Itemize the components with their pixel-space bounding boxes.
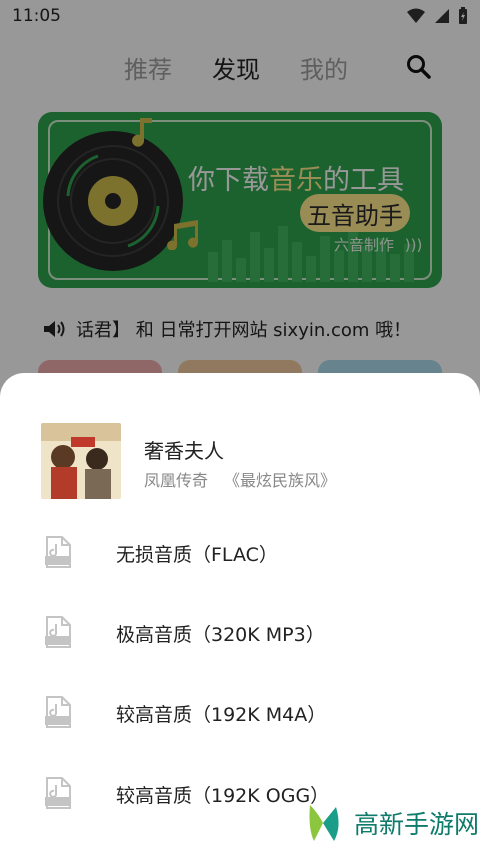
quality-option-label: 极高音质（320K MP3）: [116, 624, 325, 646]
download-quality-sheet: 奢香夫人 凤凰传奇 《最炫民族风》 无损音质（FLAC） 极高音质（320K MP…: [0, 373, 480, 853]
song-meta: 凤凰传奇 《最炫民族风》: [144, 467, 336, 491]
watermark-text: 高新手游网: [354, 810, 480, 839]
song-artist: 凤凰传奇: [144, 471, 209, 490]
quality-option-label: 较高音质（192K OGG）: [116, 785, 330, 807]
watermark-logo-icon: [302, 802, 344, 844]
flac-file-icon: [45, 536, 71, 568]
mp3-file-icon: [45, 616, 71, 648]
ogg-file-icon: [45, 777, 71, 809]
quality-option-label: 无损音质（FLAC）: [116, 544, 278, 566]
quality-option-m4a[interactable]: 较高音质（192K M4A）: [0, 682, 480, 744]
quality-option-mp3[interactable]: 极高音质（320K MP3）: [0, 602, 480, 664]
album-cover: [41, 423, 121, 499]
song-title: 奢香夫人: [144, 439, 224, 463]
m4a-file-icon: [45, 696, 71, 728]
quality-option-flac[interactable]: 无损音质（FLAC）: [0, 522, 480, 584]
site-watermark: 高新手游网: [300, 796, 479, 850]
song-album: 《最炫民族风》: [224, 471, 337, 490]
quality-option-label: 较高音质（192K M4A）: [116, 704, 327, 726]
